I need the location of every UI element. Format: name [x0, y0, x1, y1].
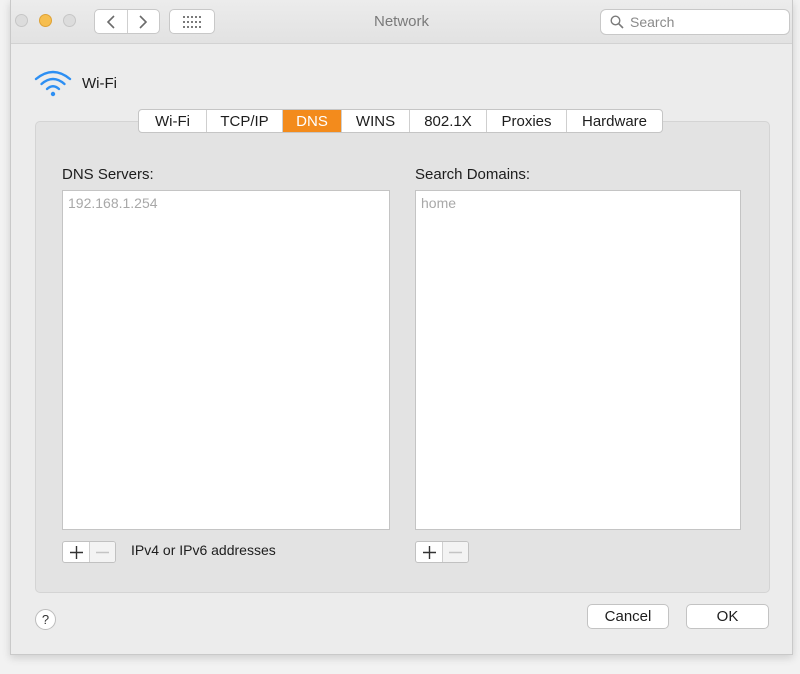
tab-wins[interactable]: WINS [341, 110, 409, 132]
add-search-domain-button[interactable] [416, 542, 442, 562]
search-input[interactable] [630, 14, 780, 30]
minus-icon [449, 551, 462, 553]
remove-search-domain-button[interactable] [442, 542, 468, 562]
list-item[interactable]: home [416, 191, 740, 211]
wifi-icon [34, 70, 72, 97]
tab-dns[interactable]: DNS [282, 110, 341, 132]
interface-header: Wi-Fi [34, 68, 117, 98]
plus-icon [422, 545, 436, 559]
tab-proxies[interactable]: Proxies [486, 110, 566, 132]
help-button[interactable]: ? [35, 609, 56, 630]
tab-bar: Wi-Fi TCP/IP DNS WINS 802.1X Proxies Har… [138, 109, 663, 133]
remove-dns-server-button[interactable] [89, 542, 115, 562]
search-field[interactable] [600, 9, 790, 35]
tab-8021x[interactable]: 802.1X [409, 110, 486, 132]
dns-servers-list[interactable]: 192.168.1.254 [62, 190, 390, 530]
titlebar: Network [11, 0, 792, 44]
tab-wifi[interactable]: Wi-Fi [139, 110, 206, 132]
tab-hardware[interactable]: Hardware [566, 110, 662, 132]
search-domains-label: Search Domains: [415, 166, 531, 183]
list-item[interactable]: 192.168.1.254 [63, 191, 389, 211]
interface-name: Wi-Fi [82, 74, 117, 92]
plus-icon [69, 545, 83, 559]
tab-tcpip[interactable]: TCP/IP [206, 110, 282, 132]
add-dns-server-button[interactable] [63, 542, 89, 562]
network-preferences-window: Network Wi-Fi Wi-Fi TCP/IP DNS WINS 802.… [10, 0, 793, 655]
search-domains-list[interactable]: home [415, 190, 741, 530]
dns-servers-hint: IPv4 or IPv6 addresses [131, 542, 276, 558]
dns-servers-add-remove [62, 541, 116, 563]
minus-icon [96, 551, 109, 553]
search-domains-add-remove [415, 541, 469, 563]
ok-button[interactable]: OK [686, 604, 769, 629]
cancel-button[interactable]: Cancel [587, 604, 669, 629]
search-icon [610, 15, 624, 29]
dns-servers-label: DNS Servers: [62, 166, 154, 183]
